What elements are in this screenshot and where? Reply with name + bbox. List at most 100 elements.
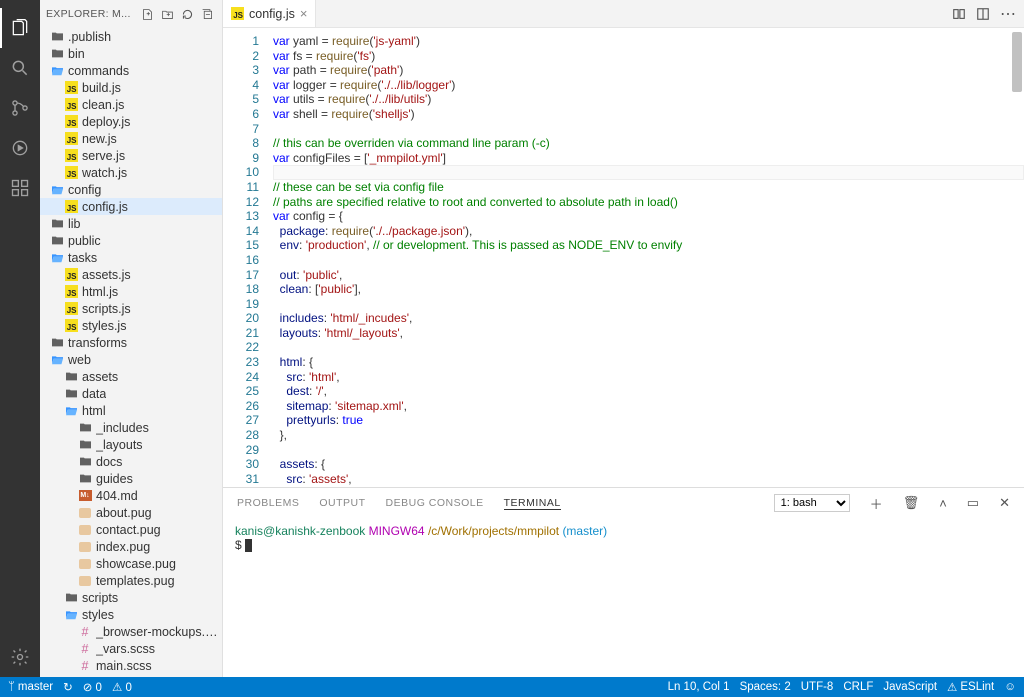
tree-node[interactable]: JSwatch.js — [40, 164, 222, 181]
tree-node[interactable]: JSscripts.js — [40, 300, 222, 317]
new-file-icon[interactable] — [138, 5, 156, 23]
tree-node[interactable]: JShtml.js — [40, 283, 222, 300]
tree-label: assets.js — [82, 268, 131, 282]
more-actions-icon[interactable]: ⋯ — [1000, 4, 1016, 24]
tree-node[interactable]: commands — [40, 62, 222, 79]
terminal-selector[interactable]: 1: bash — [774, 494, 850, 512]
code-content[interactable]: var yaml = require('js-yaml')var fs = re… — [273, 28, 1024, 487]
panel-tab-problems[interactable]: PROBLEMS — [237, 497, 299, 509]
extensions-icon[interactable] — [0, 168, 40, 208]
tree-label: docs — [96, 455, 122, 469]
tree-node[interactable]: JSstyles.js — [40, 317, 222, 334]
tree-node[interactable]: JSserve.js — [40, 147, 222, 164]
status-branch[interactable]: ᛘ master — [8, 681, 53, 693]
status-eol[interactable]: CRLF — [843, 681, 873, 693]
tree-node[interactable]: JSdeploy.js — [40, 113, 222, 130]
new-folder-icon[interactable] — [158, 5, 176, 23]
tree-node[interactable]: styles — [40, 606, 222, 623]
tree-node[interactable]: M↓404.md — [40, 487, 222, 504]
status-lang[interactable]: JavaScript — [883, 681, 937, 693]
refresh-icon[interactable] — [178, 5, 196, 23]
tree-label: config.js — [82, 200, 128, 214]
tree-node[interactable]: tasks — [40, 249, 222, 266]
tree-node[interactable]: .publish — [40, 28, 222, 45]
status-feedback[interactable]: ☺ — [1004, 681, 1016, 693]
tree-node[interactable]: config — [40, 181, 222, 198]
open-changes-icon[interactable] — [952, 7, 966, 21]
vertical-scrollbar[interactable] — [1012, 32, 1022, 92]
close-panel-icon[interactable]: ✕ — [999, 495, 1010, 511]
tree-label: bin — [68, 47, 85, 61]
tree-label: templates.pug — [96, 574, 175, 588]
tree-node[interactable]: html — [40, 402, 222, 419]
maximize-panel-icon[interactable]: ▭ — [967, 495, 979, 511]
tree-node[interactable]: JSbuild.js — [40, 79, 222, 96]
tree-node[interactable]: JSassets.js — [40, 266, 222, 283]
file-tree[interactable]: .publishbincommandsJSbuild.jsJSclean.jsJ… — [40, 28, 222, 677]
tree-node[interactable]: data — [40, 385, 222, 402]
terminal-user: kanis@kanishk-zenbook — [235, 524, 365, 538]
split-editor-icon[interactable] — [976, 7, 990, 21]
status-spaces[interactable]: Spaces: 2 — [740, 681, 791, 693]
status-eslint[interactable]: ⚠ ESLint — [947, 680, 994, 694]
search-icon[interactable] — [0, 48, 40, 88]
tree-node[interactable]: JSconfig.js — [40, 198, 222, 215]
tree-label: web — [68, 353, 91, 367]
tree-label: _includes — [96, 421, 149, 435]
tree-label: scripts — [82, 591, 118, 605]
tree-node[interactable]: #_vars.scss — [40, 640, 222, 657]
close-tab-icon[interactable]: × — [300, 6, 308, 21]
code-editor[interactable]: 1234567891011121314151617181920212223242… — [223, 28, 1024, 487]
editor-tab[interactable]: JS config.js × — [223, 0, 316, 27]
tree-label: index.pug — [96, 540, 150, 554]
tree-node[interactable]: _layouts — [40, 436, 222, 453]
tree-node[interactable]: assets — [40, 368, 222, 385]
tree-node[interactable]: bin — [40, 45, 222, 62]
tree-node[interactable]: #main.scss — [40, 657, 222, 674]
tree-node[interactable]: #_browser-mockups.scss — [40, 623, 222, 640]
tree-node[interactable]: index.pug — [40, 538, 222, 555]
new-terminal-icon[interactable]: ＋ — [870, 494, 883, 513]
tree-node[interactable]: templates.pug — [40, 572, 222, 589]
panel-up-icon[interactable]: ˄ — [939, 496, 947, 511]
sidebar-header: EXPLORER: M... — [40, 0, 222, 28]
tree-node[interactable]: JSnew.js — [40, 130, 222, 147]
tree-node[interactable]: docs — [40, 453, 222, 470]
tree-node[interactable]: showcase.pug — [40, 555, 222, 572]
tree-node[interactable]: web — [40, 351, 222, 368]
status-cursor[interactable]: Ln 10, Col 1 — [668, 681, 730, 693]
tree-node[interactable]: scripts — [40, 589, 222, 606]
source-control-icon[interactable] — [0, 88, 40, 128]
debug-icon[interactable] — [0, 128, 40, 168]
tree-node[interactable]: transforms — [40, 334, 222, 351]
settings-gear-icon[interactable] — [0, 637, 40, 677]
terminal-branch: (master) — [562, 524, 607, 538]
terminal[interactable]: kanis@kanishk-zenbook MINGW64 /c/Work/pr… — [223, 518, 1024, 677]
tree-node[interactable]: lib — [40, 215, 222, 232]
explorer-icon[interactable] — [0, 8, 40, 48]
tree-label: data — [82, 387, 106, 401]
tree-node[interactable]: contact.pug — [40, 521, 222, 538]
tree-label: .publish — [68, 30, 111, 44]
editor-area: JS config.js × ⋯ 12345678910111213141516… — [223, 0, 1024, 677]
panel-tab-terminal[interactable]: TERMINAL — [504, 497, 561, 510]
tree-node[interactable]: guides — [40, 470, 222, 487]
tree-node[interactable]: JSclean.js — [40, 96, 222, 113]
tree-node[interactable]: public — [40, 232, 222, 249]
tree-node[interactable]: _includes — [40, 419, 222, 436]
collapse-all-icon[interactable] — [198, 5, 216, 23]
panel-tab-output[interactable]: OUTPUT — [319, 497, 365, 509]
tree-node[interactable]: about.pug — [40, 504, 222, 521]
panel-tabs: PROBLEMS OUTPUT DEBUG CONSOLE TERMINAL 1: b… — [223, 488, 1024, 518]
status-warnings[interactable]: ⚠ 0 — [112, 680, 132, 694]
status-sync[interactable]: ↻ — [63, 680, 73, 694]
status-encoding[interactable]: UTF-8 — [801, 681, 834, 693]
tree-label: tasks — [68, 251, 97, 265]
status-errors[interactable]: ⊘ 0 — [83, 680, 102, 694]
terminal-host: MINGW64 — [369, 524, 425, 538]
kill-terminal-icon[interactable]: 🗑 — [903, 495, 920, 511]
js-file-icon: JS — [231, 7, 244, 20]
panel-tab-debug-console[interactable]: DEBUG CONSOLE — [386, 497, 484, 509]
tree-label: assets — [82, 370, 118, 384]
terminal-path: /c/Work/projects/mmpilot — [428, 524, 559, 538]
